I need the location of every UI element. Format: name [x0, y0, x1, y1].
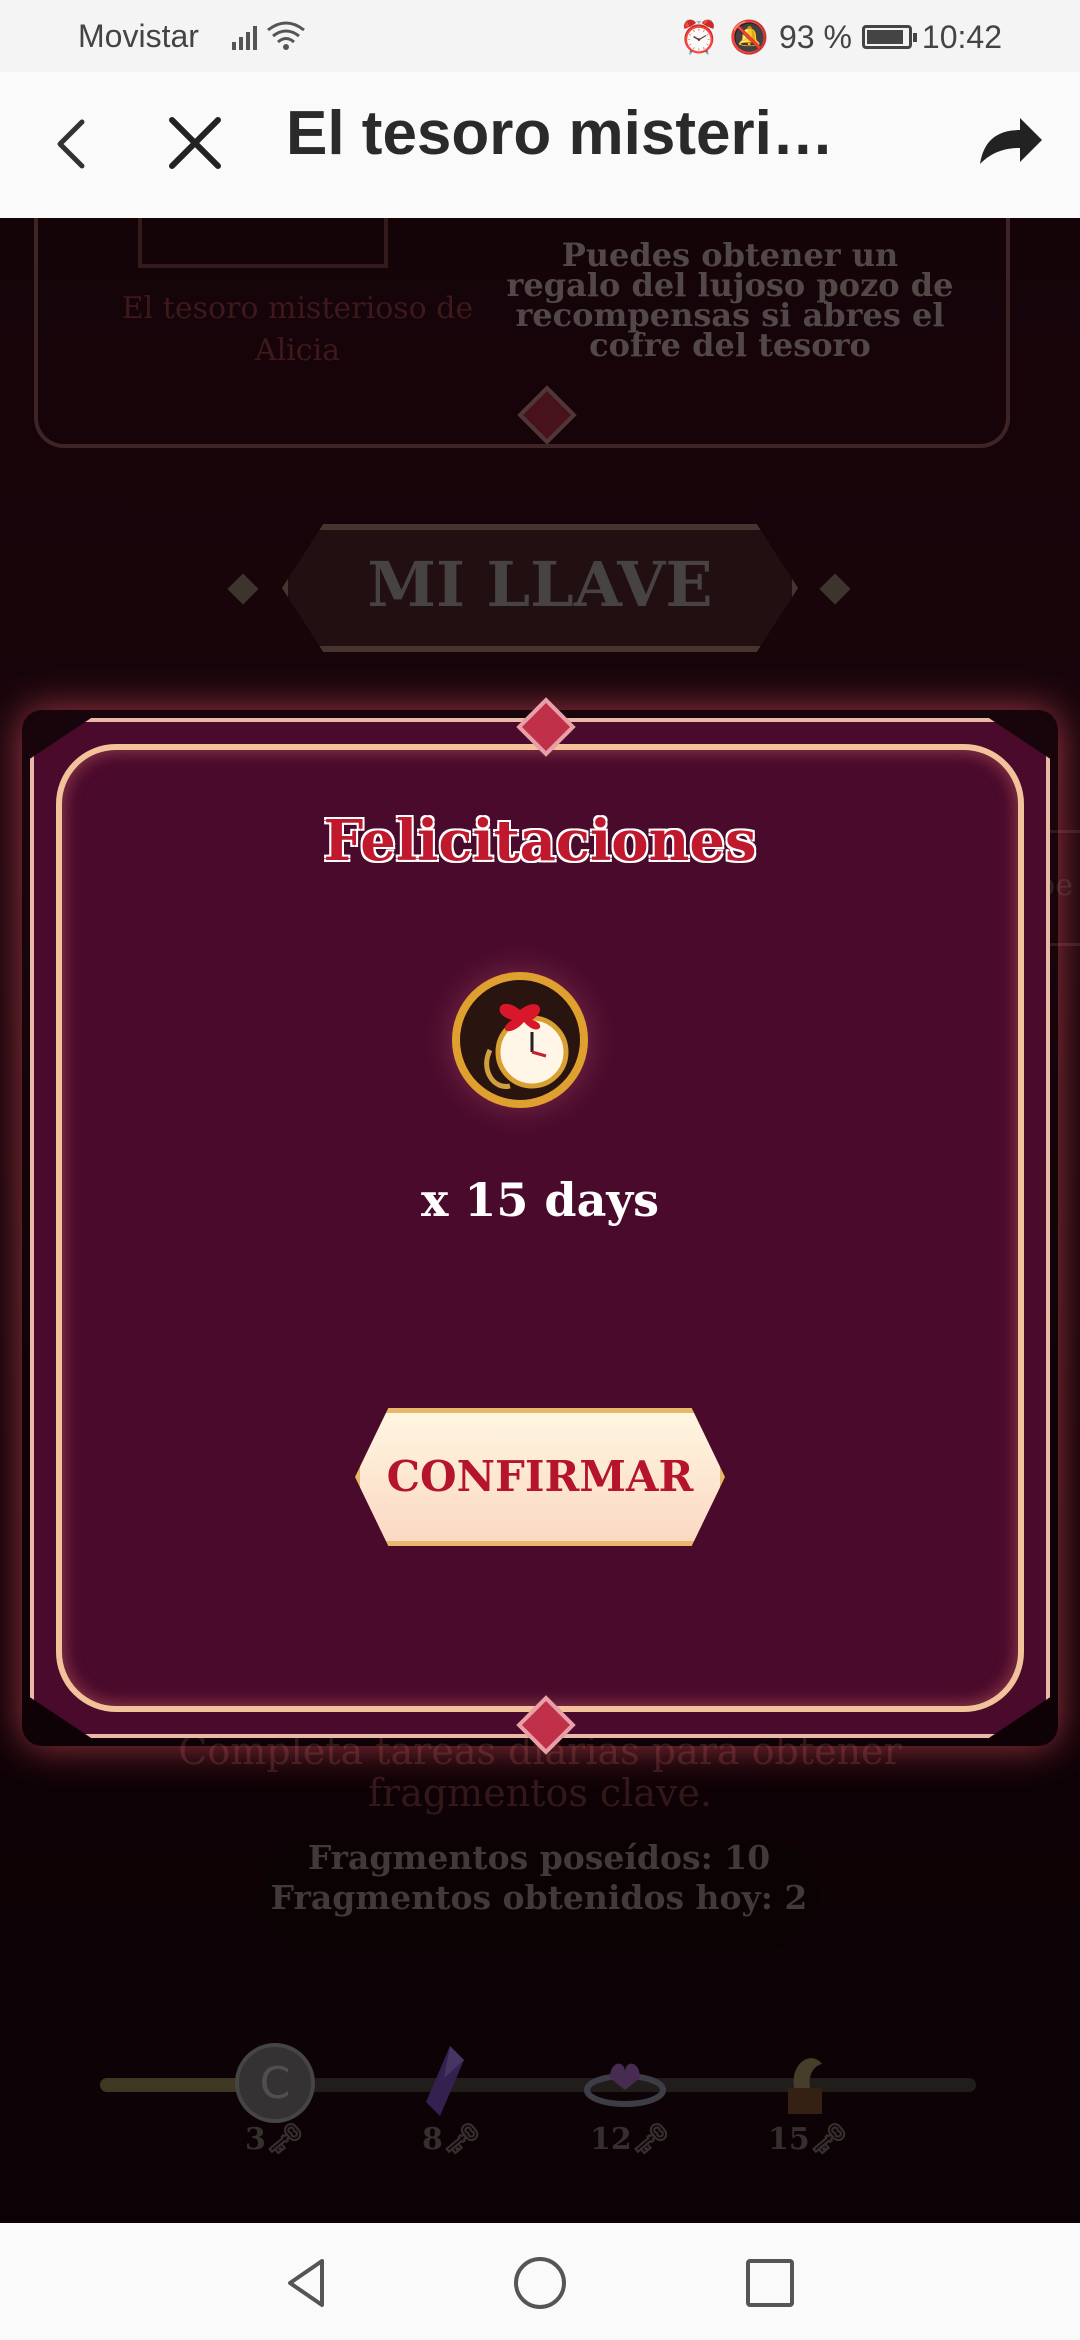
mute-icon: 🔕: [729, 19, 769, 55]
carrier-label: Movistar: [78, 18, 199, 54]
circle-home-icon: [514, 2257, 566, 2309]
reward-dialog: Felicitaciones x 15 days CONFIRMAR: [30, 697, 1050, 1755]
share-arrow-icon: [980, 118, 1042, 164]
pocket-watch-icon: [420, 940, 620, 1140]
triangle-back-icon: [288, 2259, 324, 2307]
back-arrow-icon: [57, 119, 85, 169]
dialog-title: Felicitaciones: [323, 808, 757, 874]
close-icon: [169, 117, 221, 169]
alarm-icon: ⏰: [679, 19, 720, 55]
share-button[interactable]: [970, 102, 1050, 182]
close-button[interactable]: [160, 102, 230, 182]
confirm-button[interactable]: CONFIRMAR: [355, 1408, 725, 1546]
battery-percent: 93 %: [778, 18, 852, 55]
reward-item: [420, 940, 620, 1140]
system-nav-bar: [0, 2223, 1080, 2340]
page-title: El tesoro misteri…: [286, 99, 834, 168]
confirm-label: CONFIRMAR: [386, 1452, 694, 1501]
reward-quantity: x 15 days: [420, 1173, 660, 1227]
battery-icon: [861, 25, 917, 49]
app-bar: El tesoro misteri…: [0, 72, 1080, 218]
back-button[interactable]: [40, 102, 110, 182]
status-right: ⏰ 🔕 93 % 10:42: [679, 18, 1002, 56]
signal-wifi-icons: [232, 20, 312, 60]
clock: 10:42: [921, 18, 1002, 55]
square-recents-icon: [746, 2259, 794, 2307]
status-bar: Movistar ⏰ 🔕 93 % 10:42: [0, 0, 1080, 72]
nav-recents-button[interactable]: [740, 2253, 800, 2313]
game-area: El tesoro misterioso de Alicia Puedes ob…: [0, 218, 1080, 2223]
nav-back-button[interactable]: [278, 2253, 338, 2313]
nav-home-button[interactable]: [510, 2253, 570, 2313]
